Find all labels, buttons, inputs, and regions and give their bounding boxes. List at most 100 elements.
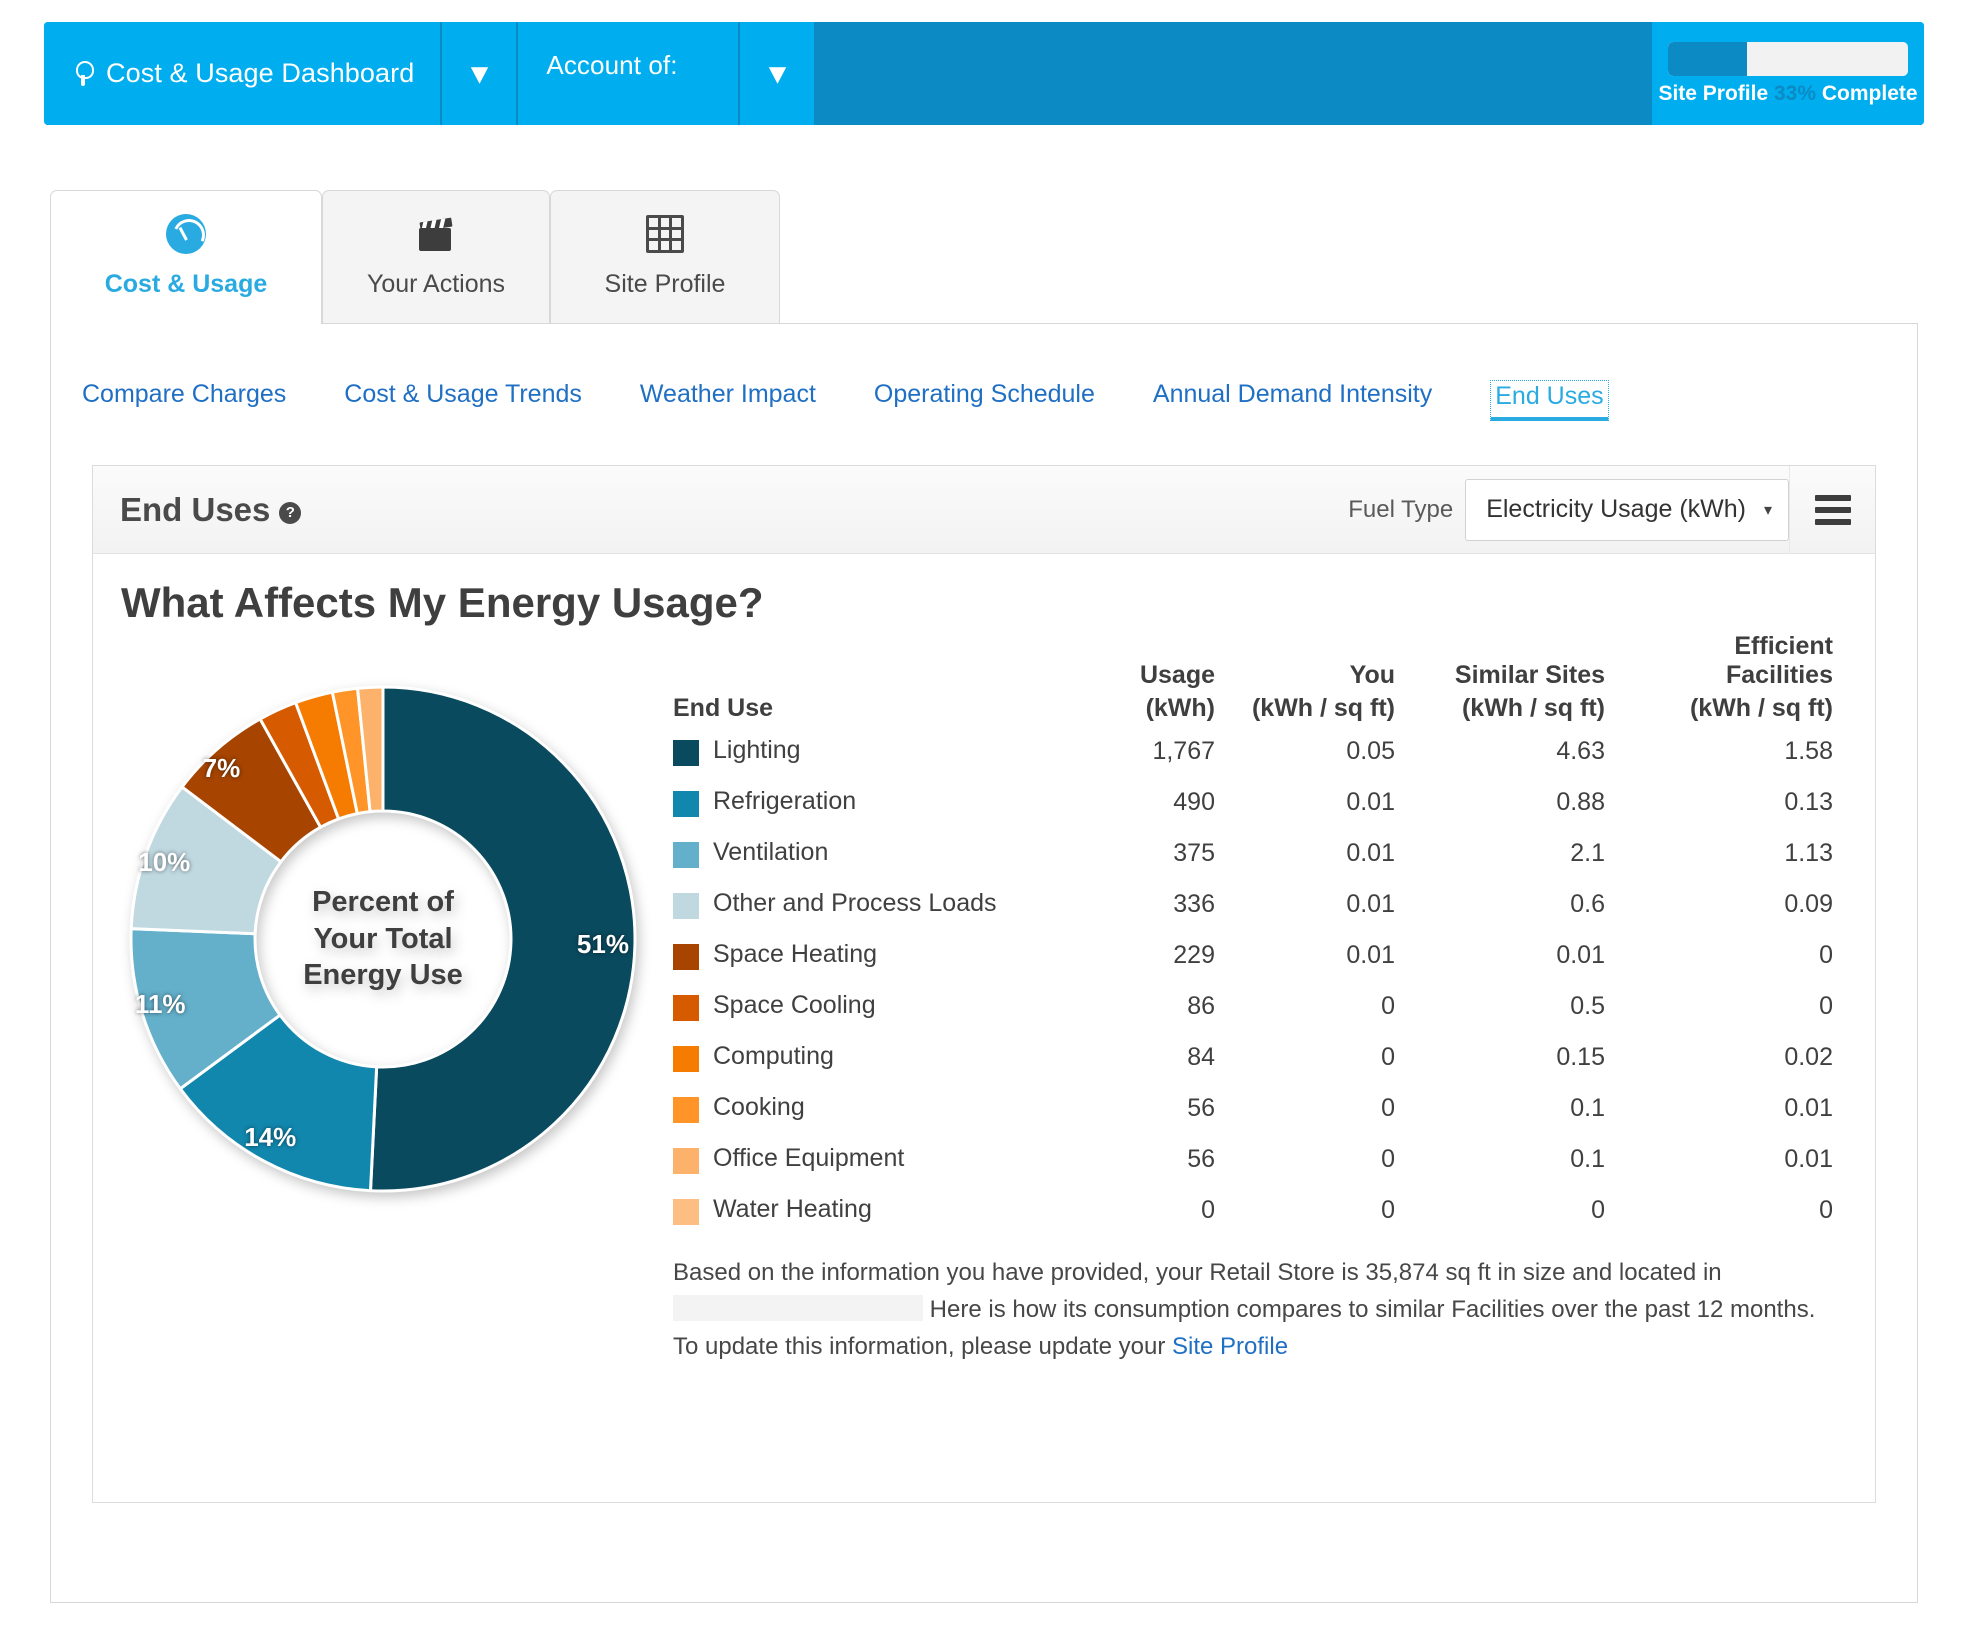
widget-menu-button[interactable] <box>1789 465 1875 554</box>
header-similar-sites: Similar Sites <box>1454 661 1605 689</box>
sub-navigation: Compare Charges Cost & Usage Trends Weat… <box>82 380 1609 421</box>
cell-efficient-facilities: 0.02 <box>1784 1043 1833 1071</box>
redacted-location <box>673 1295 923 1322</box>
cell-usage: 490 <box>1173 788 1215 816</box>
fuel-type-select[interactable]: Electricity Usage (kWh) ▾ <box>1465 478 1789 541</box>
cell-end-use: Refrigeration <box>673 776 1065 827</box>
cell-you: 0 <box>1381 1043 1395 1071</box>
cell-efficient-facilities: 1.13 <box>1784 839 1833 867</box>
hamburger-menu-icon <box>1814 494 1851 525</box>
chevron-down-icon: ▾ <box>1763 501 1772 519</box>
end-use-name: Water Heating <box>713 1195 872 1223</box>
tab-label: Site Profile <box>604 270 726 298</box>
chevron-down-icon: ▾ <box>471 56 488 90</box>
cell-similar-sites: 0.1 <box>1570 1094 1605 1122</box>
cell-you: 0.01 <box>1346 839 1395 867</box>
table-row: Space Heating 229 0.01 0.01 0 <box>673 929 1833 980</box>
header-efficient-line2: Facilities <box>1726 661 1833 689</box>
header-you: You <box>1349 661 1395 689</box>
table-row: Space Cooling 86 0 0.5 0 <box>673 980 1833 1031</box>
footer-note: Based on the information you have provid… <box>673 1254 1843 1366</box>
subnav-operating-schedule[interactable]: Operating Schedule <box>874 380 1125 419</box>
table-row: Office Equipment 56 0 0.1 0.01 <box>673 1133 1833 1184</box>
end-use-name: Space Heating <box>713 940 878 968</box>
cell-you: 0.01 <box>1346 890 1395 918</box>
cell-similar-sites: 0.5 <box>1570 992 1605 1020</box>
energy-use-donut-chart: Percent of Your Total Energy Use 51% 14% 1… <box>123 679 643 1199</box>
legend-swatch <box>673 1148 699 1174</box>
widget-title: End Uses <box>120 490 271 528</box>
site-profile-link[interactable]: Site Profile <box>1172 1333 1288 1360</box>
cell-efficient-facilities: 0.01 <box>1784 1094 1833 1122</box>
end-use-name: Ventilation <box>713 838 829 866</box>
site-profile-progress[interactable]: Site Profile 33% Complete <box>1652 22 1924 125</box>
cell-usage: 375 <box>1173 839 1215 867</box>
cell-end-use: Water Heating <box>673 1184 1065 1235</box>
end-use-name: Computing <box>713 1042 834 1070</box>
cell-usage: 84 <box>1187 1043 1215 1071</box>
cell-efficient-facilities: 0.13 <box>1784 788 1833 816</box>
subnav-weather-impact[interactable]: Weather Impact <box>640 380 846 419</box>
cell-similar-sites: 2.1 <box>1570 839 1605 867</box>
subnav-cost-usage-trends[interactable]: Cost & Usage Trends <box>344 380 612 419</box>
cell-efficient-facilities: 0 <box>1819 1196 1833 1224</box>
subnav-end-uses[interactable]: End Uses <box>1490 380 1609 421</box>
cell-you: 0 <box>1381 992 1395 1020</box>
cell-usage: 0 <box>1201 1196 1215 1224</box>
end-use-name: Cooking <box>713 1093 805 1121</box>
cell-end-use: Lighting <box>673 725 1065 776</box>
legend-swatch <box>673 740 699 766</box>
cell-you: 0.01 <box>1346 941 1395 969</box>
tab-label: Your Actions <box>366 270 506 298</box>
widget-title-group: End Uses? <box>120 490 302 529</box>
progress-suffix: Complete <box>1821 81 1918 105</box>
progress-bar-fill <box>1668 41 1748 76</box>
legend-swatch <box>673 944 699 970</box>
dashboard-selector[interactable]: Cost & Usage Dashboard <box>44 22 441 125</box>
cell-usage: 1,767 <box>1152 737 1215 765</box>
cell-efficient-facilities: 0.01 <box>1784 1145 1833 1173</box>
legend-swatch <box>673 842 699 868</box>
end-use-data-table: Usage You Similar Sites Efficient Facili… <box>673 632 1833 1235</box>
subnav-annual-demand-intensity[interactable]: Annual Demand Intensity <box>1153 380 1462 419</box>
table-row: Ventilation 375 0.01 2.1 1.13 <box>673 827 1833 878</box>
progress-percent: 33% <box>1774 81 1817 105</box>
progress-bar-track <box>1668 41 1908 76</box>
note-part-3: To update this information, please updat… <box>673 1333 1166 1361</box>
cell-usage: 56 <box>1187 1094 1215 1122</box>
cell-end-use: Computing <box>673 1031 1065 1082</box>
tab-your-actions[interactable]: Your Actions <box>322 190 550 324</box>
help-icon[interactable]: ? <box>279 501 302 524</box>
table-row: Water Heating 0 0 0 0 <box>673 1184 1833 1235</box>
lightbulb-icon <box>72 59 94 89</box>
header-unit-efficient: (kWh / sq ft) <box>1689 694 1833 722</box>
tab-site-profile[interactable]: Site Profile <box>550 190 780 324</box>
end-use-name: Lighting <box>713 736 801 764</box>
header-spacer <box>816 22 1652 125</box>
dashboard-dropdown-toggle[interactable]: ▾ <box>440 22 519 125</box>
note-part-1: Based on the information you have provid… <box>673 1259 1722 1286</box>
widget-body: What Affects My Energy Usage? Percent of… <box>93 554 1875 1503</box>
widget-header: End Uses? Fuel Type Electricity Usage (k… <box>93 465 1875 554</box>
legend-swatch <box>673 893 699 919</box>
table-row: Other and Process Loads 336 0.01 0.6 0.09 <box>673 878 1833 929</box>
legend-swatch <box>673 1097 699 1123</box>
cell-end-use: Space Heating <box>673 929 1065 980</box>
legend-swatch <box>673 995 699 1021</box>
cell-end-use: Ventilation <box>673 827 1065 878</box>
subnav-compare-charges[interactable]: Compare Charges <box>82 380 316 419</box>
cell-you: 0.01 <box>1346 788 1395 816</box>
cell-end-use: Cooking <box>673 1082 1065 1133</box>
tab-label: Cost & Usage <box>104 270 268 298</box>
account-dropdown-toggle[interactable]: ▾ <box>738 22 817 125</box>
cell-efficient-facilities: 0 <box>1819 992 1833 1020</box>
cell-usage: 336 <box>1173 890 1215 918</box>
table-row: Computing 84 0 0.15 0.02 <box>673 1031 1833 1082</box>
tab-cost-and-usage[interactable]: Cost & Usage <box>50 190 322 324</box>
center-line-1: Percent of <box>312 886 454 919</box>
end-use-name: Office Equipment <box>713 1144 905 1172</box>
progress-prefix: Site Profile <box>1658 81 1769 105</box>
cell-similar-sites: 0.88 <box>1556 788 1605 816</box>
account-selector[interactable]: Account of: <box>518 22 739 125</box>
table-row: Cooking 56 0 0.1 0.01 <box>673 1082 1833 1133</box>
